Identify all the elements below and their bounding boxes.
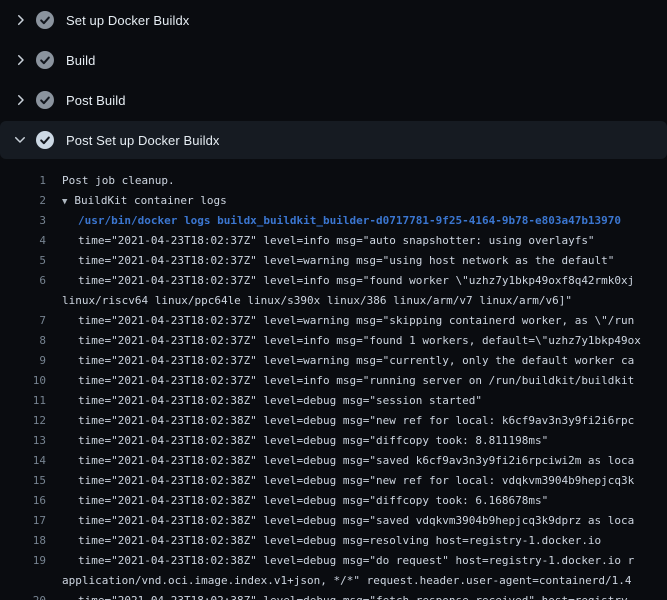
log-line-number[interactable]: 2 (0, 191, 46, 211)
log-line: 17 time="2021-04-23T18:02:38Z" level=deb… (0, 511, 667, 531)
log-line: 16 time="2021-04-23T18:02:38Z" level=deb… (0, 491, 667, 511)
step-header-build[interactable]: Build (0, 40, 667, 80)
step-title: Post Set up Docker Buildx (66, 133, 220, 148)
log-line-number[interactable]: 14 (0, 451, 46, 471)
check-circle-icon (36, 91, 54, 109)
check-circle-icon (36, 11, 54, 29)
log-line-text: time="2021-04-23T18:02:38Z" level=debug … (46, 491, 548, 511)
log-line-text: time="2021-04-23T18:02:38Z" level=debug … (46, 431, 548, 451)
step-title: Build (66, 53, 95, 68)
log-line-text: linux/riscv64 linux/ppc64le linux/s390x … (46, 291, 572, 311)
log-container: 1 Post job cleanup. 2 ▼BuildKit containe… (0, 159, 667, 600)
log-line-text: time="2021-04-23T18:02:37Z" level=warnin… (46, 351, 634, 371)
log-line: 5 time="2021-04-23T18:02:37Z" level=warn… (0, 251, 667, 271)
log-line-number[interactable]: 11 (0, 391, 46, 411)
log-line-text: Post job cleanup. (46, 171, 175, 191)
log-line-number[interactable] (0, 571, 46, 591)
log-line: 15 time="2021-04-23T18:02:38Z" level=deb… (0, 471, 667, 491)
log-line: 2 ▼BuildKit container logs (0, 191, 667, 211)
log-line: 3 /usr/bin/docker logs buildx_buildkit_b… (0, 211, 667, 231)
log-line-text: time="2021-04-23T18:02:38Z" level=debug … (46, 391, 482, 411)
log-line: 18 time="2021-04-23T18:02:38Z" level=deb… (0, 531, 667, 551)
log-line-number[interactable]: 15 (0, 471, 46, 491)
log-line-number[interactable]: 16 (0, 491, 46, 511)
log-line-text: time="2021-04-23T18:02:38Z" level=debug … (46, 511, 634, 531)
chevron-down-icon (12, 132, 28, 148)
log-line: 19 time="2021-04-23T18:02:38Z" level=deb… (0, 551, 667, 571)
check-circle-icon (36, 51, 54, 69)
log-line-number[interactable]: 6 (0, 271, 46, 291)
step-header-post-set-up-docker-buildx[interactable]: Post Set up Docker Buildx (0, 121, 667, 159)
log-line-number[interactable]: 13 (0, 431, 46, 451)
log-line: 1 Post job cleanup. (0, 171, 667, 191)
log-line: 20 time="2021-04-23T18:02:38Z" level=deb… (0, 591, 667, 600)
log-line: 6 time="2021-04-23T18:02:37Z" level=info… (0, 271, 667, 291)
log-line-number[interactable]: 10 (0, 371, 46, 391)
log-line-number[interactable]: 17 (0, 511, 46, 531)
log-line-number[interactable]: 9 (0, 351, 46, 371)
log-line: 12 time="2021-04-23T18:02:38Z" level=deb… (0, 411, 667, 431)
log-line-text: application/vnd.oci.image.index.v1+json,… (46, 571, 632, 591)
step-header-post-build[interactable]: Post Build (0, 80, 667, 120)
log-line-text: time="2021-04-23T18:02:38Z" level=debug … (46, 591, 634, 600)
check-circle-icon (36, 131, 54, 149)
log-command-text: /usr/bin/docker logs buildx_buildkit_bui… (46, 211, 621, 231)
log-line: 14 time="2021-04-23T18:02:38Z" level=deb… (0, 451, 667, 471)
step-title: Set up Docker Buildx (66, 13, 189, 28)
log-line-text: time="2021-04-23T18:02:38Z" level=debug … (46, 451, 634, 471)
actions-log-viewer: Set up Docker Buildx Build Post Build Po… (0, 0, 667, 600)
log-line-number[interactable]: 3 (0, 211, 46, 231)
log-line-number[interactable]: 18 (0, 531, 46, 551)
log-line-text: time="2021-04-23T18:02:37Z" level=info m… (46, 271, 634, 291)
log-line-number[interactable]: 12 (0, 411, 46, 431)
step-title: Post Build (66, 93, 126, 108)
log-line-text: time="2021-04-23T18:02:38Z" level=debug … (46, 551, 634, 571)
chevron-right-icon (12, 92, 28, 108)
log-line-text: time="2021-04-23T18:02:37Z" level=info m… (46, 371, 634, 391)
chevron-right-icon (12, 12, 28, 28)
log-line-text: time="2021-04-23T18:02:37Z" level=warnin… (46, 311, 634, 331)
log-line-number[interactable]: 20 (0, 591, 46, 600)
log-line-text: time="2021-04-23T18:02:38Z" level=debug … (46, 531, 601, 551)
log-line-text: ▼BuildKit container logs (46, 191, 227, 211)
log-line-number[interactable]: 8 (0, 331, 46, 351)
chevron-right-icon (12, 52, 28, 68)
log-line-text: time="2021-04-23T18:02:37Z" level=info m… (46, 331, 641, 351)
log-line-text: time="2021-04-23T18:02:37Z" level=info m… (46, 231, 595, 251)
log-line-text: time="2021-04-23T18:02:38Z" level=debug … (46, 411, 634, 431)
log-line: 10 time="2021-04-23T18:02:37Z" level=inf… (0, 371, 667, 391)
log-line: 4 time="2021-04-23T18:02:37Z" level=info… (0, 231, 667, 251)
log-line-text: time="2021-04-23T18:02:37Z" level=warnin… (46, 251, 614, 271)
log-line-text: time="2021-04-23T18:02:38Z" level=debug … (46, 471, 634, 491)
log-line: 11 time="2021-04-23T18:02:38Z" level=deb… (0, 391, 667, 411)
log-line: 13 time="2021-04-23T18:02:38Z" level=deb… (0, 431, 667, 451)
step-list: Set up Docker Buildx Build Post Build Po… (0, 0, 667, 159)
log-line: 7 time="2021-04-23T18:02:37Z" level=warn… (0, 311, 667, 331)
log-line-number[interactable]: 1 (0, 171, 46, 191)
log-line-number[interactable]: 5 (0, 251, 46, 271)
group-collapse-icon[interactable]: ▼ (62, 197, 67, 207)
log-line-number[interactable]: 4 (0, 231, 46, 251)
log-line-number[interactable] (0, 291, 46, 311)
log-line-number[interactable]: 7 (0, 311, 46, 331)
log-line-wrap: application/vnd.oci.image.index.v1+json,… (0, 571, 667, 591)
log-line: 9 time="2021-04-23T18:02:37Z" level=warn… (0, 351, 667, 371)
log-line: 8 time="2021-04-23T18:02:37Z" level=info… (0, 331, 667, 351)
log-line-wrap: linux/riscv64 linux/ppc64le linux/s390x … (0, 291, 667, 311)
step-header-set-up-docker-buildx[interactable]: Set up Docker Buildx (0, 0, 667, 40)
log-line-number[interactable]: 19 (0, 551, 46, 571)
